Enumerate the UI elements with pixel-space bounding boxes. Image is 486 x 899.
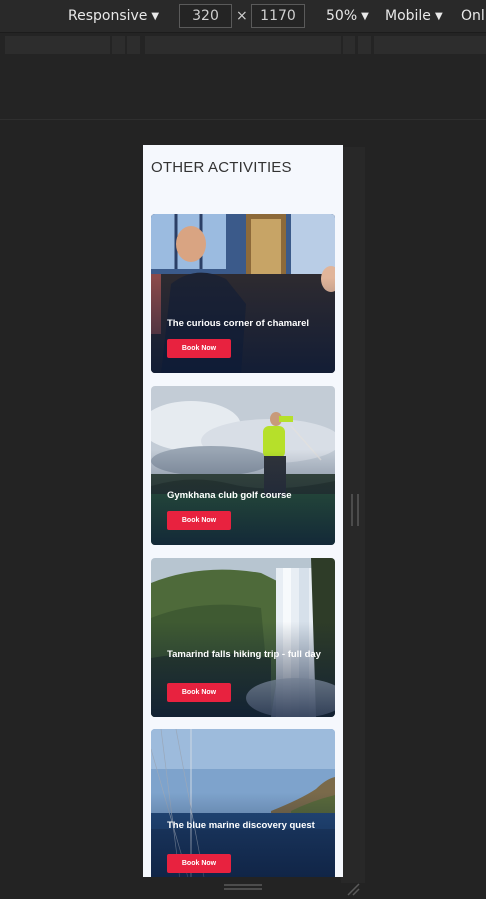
card-title: The blue marine discovery quest (167, 820, 315, 831)
media-query-bar[interactable] (145, 36, 341, 54)
caret-down-icon: ▼ (361, 11, 369, 22)
device-stage: OTHER ACTIVITIES The curious corner of c… (0, 121, 486, 899)
device-type-label: Mobile (385, 8, 431, 24)
media-query-bar[interactable] (127, 36, 140, 54)
width-input[interactable]: 320 (179, 4, 232, 28)
caret-down-icon: ▼ (151, 11, 160, 22)
media-query-bar[interactable] (343, 36, 355, 54)
card-title: The curious corner of chamarel (167, 318, 310, 329)
book-now-button[interactable]: Book Now (167, 683, 231, 702)
media-query-bar[interactable] (112, 36, 125, 54)
section-title: OTHER ACTIVITIES (151, 159, 292, 176)
resize-handle-bottom[interactable] (224, 884, 262, 890)
times-symbol: × (236, 8, 248, 24)
book-now-button[interactable]: Book Now (167, 511, 231, 530)
media-query-ruler[interactable] (0, 32, 486, 54)
card-title: Gymkhana club golf course (167, 490, 292, 501)
responsive-label: Responsive (68, 8, 148, 24)
device-toolbar: Responsive ▼ 320 × 1170 50% ▼ Mobile ▼ Onli (0, 0, 486, 32)
emulated-viewport: OTHER ACTIVITIES The curious corner of c… (143, 145, 343, 877)
media-query-bar[interactable] (5, 36, 110, 54)
zoom-dropdown[interactable]: 50% ▼ (326, 6, 369, 27)
device-type-dropdown[interactable]: Mobile ▼ (385, 6, 443, 27)
activity-card[interactable]: The curious corner of chamarel Book Now (151, 214, 335, 373)
network-label: Onli (461, 8, 486, 24)
zoom-label: 50% (326, 8, 358, 24)
resize-handle-right[interactable] (351, 494, 359, 526)
media-query-bar[interactable] (374, 36, 486, 54)
height-input[interactable]: 1170 (251, 4, 305, 28)
book-now-button[interactable]: Book Now (167, 339, 231, 358)
resize-corner-icon[interactable] (346, 882, 360, 896)
activity-card[interactable]: The blue marine discovery quest Book Now (151, 729, 335, 877)
card-title: Tamarind falls hiking trip - full day (167, 649, 321, 660)
book-now-button[interactable]: Book Now (167, 854, 231, 873)
network-throttle-dropdown[interactable]: Onli (461, 6, 486, 26)
responsive-dropdown[interactable]: Responsive ▼ (68, 6, 159, 27)
toolbar-gap (0, 54, 486, 120)
caret-down-icon: ▼ (434, 11, 443, 22)
activity-card[interactable]: Gymkhana club golf course Book Now (151, 386, 335, 545)
activity-card[interactable]: Tamarind falls hiking trip - full day Bo… (151, 558, 335, 717)
media-query-bar[interactable] (358, 36, 371, 54)
